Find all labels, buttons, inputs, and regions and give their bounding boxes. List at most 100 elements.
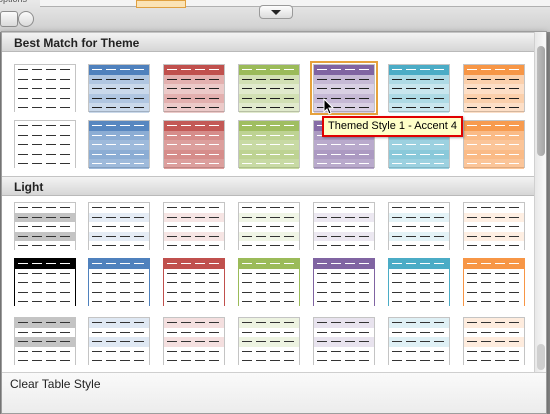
table-style-thumbnail[interactable] [388, 64, 450, 113]
table-style-thumbnail[interactable] [238, 64, 300, 113]
table-style-row [15, 121, 75, 131]
table-style-thumbnail[interactable] [463, 202, 525, 251]
table-style-row [164, 149, 224, 160]
table-style-row [164, 318, 224, 328]
table-style-row [389, 278, 449, 288]
table-style-thumbnail[interactable] [238, 120, 300, 169]
table-style-row [15, 297, 75, 307]
table-style-row [389, 356, 449, 366]
table-style-thumbnail[interactable] [313, 258, 375, 307]
table-style-thumbnail[interactable] [463, 64, 525, 113]
table-style-thumbnail[interactable] [163, 64, 225, 113]
table-style-thumbnail[interactable] [88, 258, 150, 307]
table-style-row [89, 287, 149, 298]
table-style-thumbnail[interactable] [463, 120, 525, 169]
table-style-row [389, 259, 449, 269]
close-icon[interactable] [18, 11, 34, 27]
table-style-row [15, 318, 75, 328]
table-style-row [239, 356, 299, 366]
table-style-row [89, 337, 149, 347]
table-style-row [389, 103, 449, 113]
table-style-row [15, 103, 75, 113]
table-style-row [389, 140, 449, 150]
table-style-thumbnail[interactable] [88, 120, 150, 169]
table-style-row [89, 222, 149, 232]
table-style-row [164, 140, 224, 150]
table-style-row [464, 93, 524, 104]
table-style-row [15, 212, 75, 223]
table-style-row [89, 121, 149, 131]
table-style-row [164, 337, 224, 347]
table-style-row [239, 65, 299, 75]
table-style-row [164, 159, 224, 169]
table-style-row [389, 297, 449, 307]
table-style-row [314, 337, 374, 347]
table-style-thumbnail[interactable] [388, 317, 450, 366]
table-style-row [164, 84, 224, 94]
table-style-row [164, 103, 224, 113]
table-style-thumbnail[interactable] [313, 317, 375, 366]
scrollbar-thumb[interactable] [537, 46, 545, 156]
table-style-thumbnail[interactable] [88, 317, 150, 366]
table-style-row [389, 222, 449, 232]
table-style-row [389, 318, 449, 328]
table-style-row [464, 241, 524, 251]
table-style-row [239, 318, 299, 328]
table-style-row [314, 140, 374, 150]
table-style-row [164, 241, 224, 251]
table-style-row [464, 159, 524, 169]
table-style-thumbnail[interactable] [238, 258, 300, 307]
table-style-row [464, 259, 524, 269]
table-style-row [89, 231, 149, 242]
table-style-row [464, 222, 524, 232]
table-style-thumbnail[interactable] [14, 317, 76, 366]
table-style-thumbnail[interactable] [163, 120, 225, 169]
table-style-thumbnail[interactable] [163, 258, 225, 307]
table-style-row [89, 346, 149, 357]
table-style-row [164, 346, 224, 357]
table-style-row [89, 268, 149, 279]
table-style-thumbnail[interactable] [14, 120, 76, 169]
table-style-thumbnail[interactable] [388, 202, 450, 251]
collapse-gallery-button[interactable] [259, 5, 293, 19]
table-styles-icon[interactable] [0, 11, 18, 27]
table-style-row [15, 65, 75, 75]
section-header-light: Light [2, 176, 546, 196]
table-style-thumbnail[interactable] [14, 64, 76, 113]
table-style-row [239, 103, 299, 113]
table-style-row [15, 222, 75, 232]
table-style-thumbnail[interactable] [463, 258, 525, 307]
table-style-row [89, 259, 149, 269]
table-style-thumbnail[interactable] [388, 258, 450, 307]
table-style-row [314, 356, 374, 366]
table-style-thumbnail[interactable] [238, 317, 300, 366]
table-style-thumbnail[interactable] [14, 258, 76, 307]
table-style-row [164, 327, 224, 338]
table-style-row [89, 149, 149, 160]
table-style-row [15, 130, 75, 141]
table-style-thumbnail[interactable] [88, 64, 150, 113]
table-style-thumbnail[interactable] [238, 202, 300, 251]
table-style-thumbnail[interactable] [163, 317, 225, 366]
table-style-row [314, 318, 374, 328]
table-style-thumbnail[interactable] [88, 202, 150, 251]
table-style-thumbnail[interactable] [463, 317, 525, 366]
table-style-row [89, 297, 149, 307]
table-style-thumbnail[interactable] [313, 202, 375, 251]
table-style-row [89, 203, 149, 213]
table-style-row [314, 268, 374, 279]
clear-table-style-button[interactable]: Clear Table Style [2, 372, 546, 413]
table-style-row [314, 287, 374, 298]
table-style-row [464, 140, 524, 150]
table-style-row [389, 346, 449, 357]
table-style-row [239, 297, 299, 307]
table-style-row [15, 287, 75, 298]
table-style-row [314, 149, 374, 160]
table-style-row [164, 74, 224, 85]
table-style-row [15, 327, 75, 338]
table-style-thumbnail[interactable] [14, 202, 76, 251]
table-style-row [239, 74, 299, 85]
gallery-scrollbar[interactable] [534, 32, 546, 372]
table-style-thumbnail[interactable] [163, 202, 225, 251]
table-style-row [164, 297, 224, 307]
